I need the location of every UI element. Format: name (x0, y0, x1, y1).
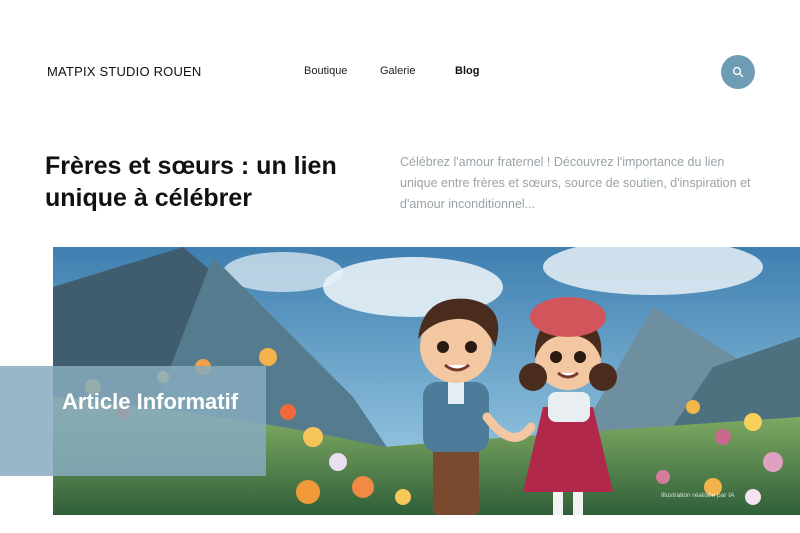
image-credit: Illustration réalisée par IA (661, 492, 735, 499)
nav-galerie[interactable]: Galerie (380, 65, 415, 77)
brand-logo[interactable]: MATPIX STUDIO ROUEN (47, 64, 202, 79)
search-button[interactable] (721, 55, 755, 89)
article-title: Frères et sœurs : un lien unique à céléb… (45, 152, 337, 212)
category-badge (0, 366, 266, 476)
article-excerpt: Célébrez l'amour fraternel ! Découvrez l… (400, 155, 751, 211)
nav-boutique[interactable]: Boutique (304, 65, 347, 77)
nav-blog[interactable]: Blog (455, 65, 479, 77)
search-icon (732, 66, 744, 78)
category-badge-label[interactable]: Article Informatif (62, 384, 262, 420)
